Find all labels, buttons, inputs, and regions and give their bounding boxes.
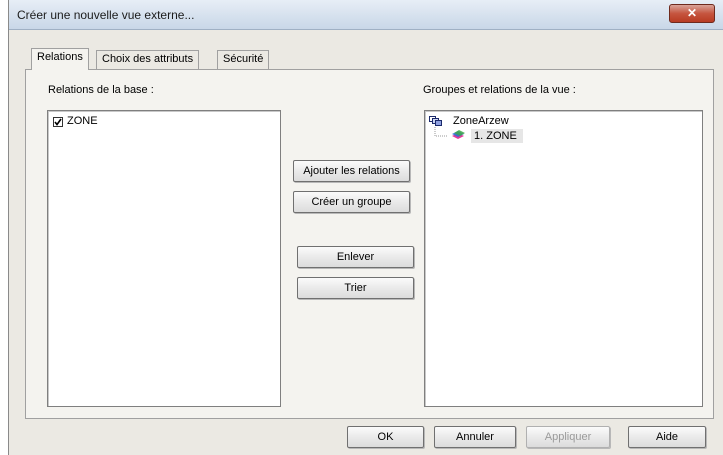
button-label: Annuler (456, 431, 494, 443)
checkbox[interactable] (53, 117, 63, 127)
dialog-body: Relations Choix des attributs Sécurité R… (9, 30, 723, 455)
tree-connector (434, 127, 447, 137)
dialog-window: Créer une nouvelle vue externe... ✕ Rela… (8, 0, 723, 455)
tab-securite[interactable]: Sécurité (217, 50, 270, 69)
relation-icon (452, 130, 465, 139)
button-label: Appliquer (544, 431, 592, 443)
right-panel-label: Groupes et relations de la vue : (423, 84, 576, 96)
checkmark-icon (54, 118, 62, 126)
tree-child-label: 1. ZONE (471, 129, 523, 143)
tree-group-label: ZoneArzew (453, 115, 509, 127)
tab-label: Sécurité (223, 53, 264, 65)
tab-choix-attributs[interactable]: Choix des attributs (96, 50, 200, 69)
button-label: Créer un groupe (311, 196, 392, 208)
button-label: Aide (655, 431, 679, 443)
create-group-button[interactable]: Créer un groupe (293, 191, 410, 213)
group-icon (429, 116, 442, 126)
cancel-button[interactable]: Annuler (434, 426, 516, 448)
remove-button[interactable]: Enlever (297, 246, 414, 268)
tab-relations[interactable]: Relations (31, 48, 89, 70)
add-relations-button[interactable]: Ajouter les relations (293, 160, 410, 182)
help-button[interactable]: Aide (628, 426, 706, 448)
sort-button[interactable]: Trier (297, 277, 414, 299)
view-groups-tree[interactable]: ZoneArzew 1. ZONE (424, 110, 703, 407)
left-panel-label: Relations de la base : (48, 84, 154, 96)
ok-button[interactable]: OK (347, 426, 424, 448)
list-item-label: ZONE (67, 115, 98, 127)
close-icon: ✕ (686, 6, 698, 20)
button-label: OK (377, 431, 394, 443)
tab-label: Choix des attributs (102, 53, 194, 65)
base-relations-list[interactable]: ZONE (47, 110, 281, 407)
title-bar[interactable]: Créer une nouvelle vue externe... ✕ (9, 0, 723, 30)
close-button[interactable]: ✕ (669, 4, 715, 23)
tab-panel-relations: Relations de la base : ZONE Ajouter les … (25, 69, 714, 419)
tab-label: Relations (37, 51, 83, 63)
apply-button[interactable]: Appliquer (526, 426, 610, 448)
window-title: Créer une nouvelle vue externe... (17, 8, 195, 22)
button-label: Ajouter les relations (303, 165, 400, 177)
button-label: Trier (344, 282, 367, 294)
button-label: Enlever (336, 251, 375, 263)
